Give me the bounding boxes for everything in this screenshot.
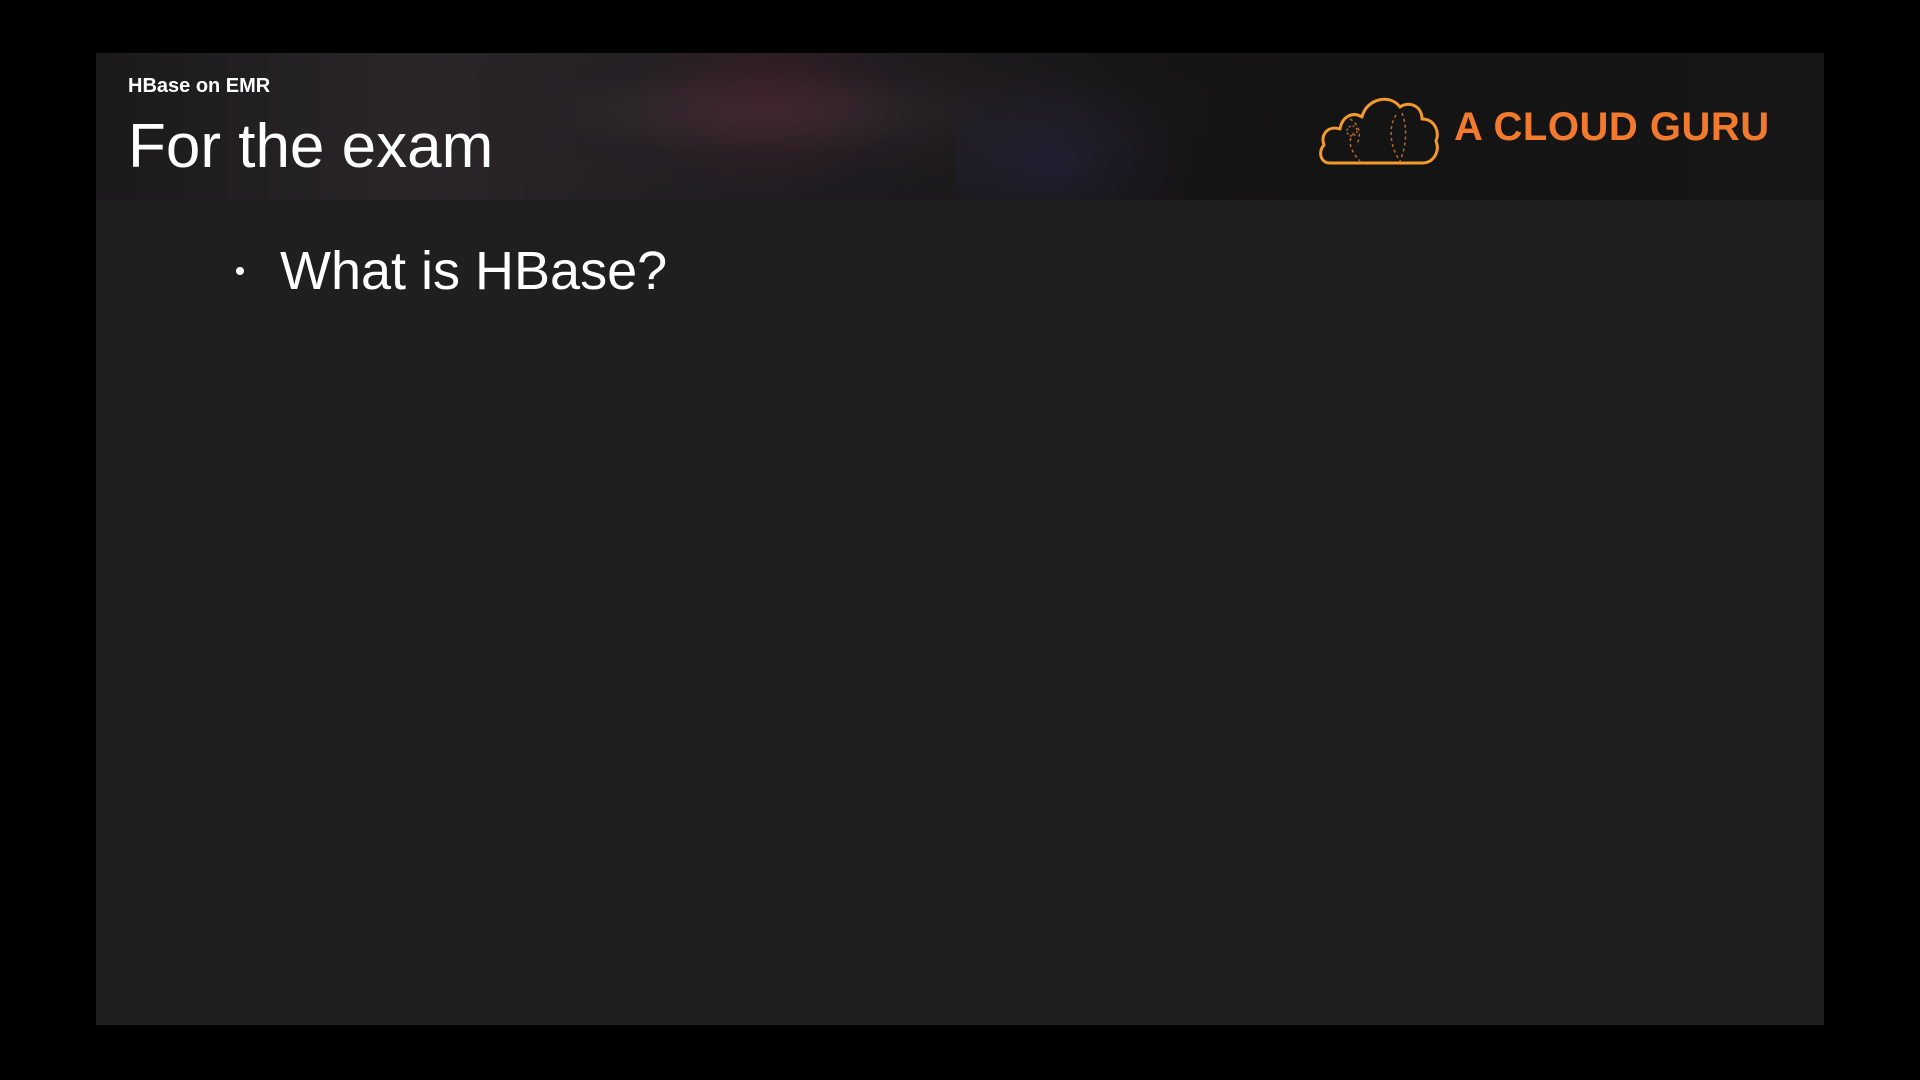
header-background-photo-shade	[956, 73, 1196, 200]
brand-logo-text: A CLOUD GURU	[1454, 105, 1770, 149]
bullet-item: What is HBase?	[236, 238, 667, 304]
slide: HBase on EMR For the exam A CLOUD GURU W…	[96, 53, 1824, 1025]
brand-logo: A CLOUD GURU	[1316, 89, 1786, 169]
slide-header: HBase on EMR For the exam A CLOUD GURU	[96, 53, 1824, 200]
bullet-text: What is HBase?	[280, 241, 668, 301]
slide-subtitle: HBase on EMR	[128, 75, 271, 97]
bullet-list: What is HBase?	[236, 238, 667, 304]
bullet-dot-icon	[236, 267, 244, 275]
slide-title: For the exam	[128, 112, 494, 181]
cloud-logo-icon	[1319, 97, 1439, 165]
slide-content: What is HBase?	[96, 200, 1824, 1025]
header-background-photo-accent	[616, 53, 916, 200]
